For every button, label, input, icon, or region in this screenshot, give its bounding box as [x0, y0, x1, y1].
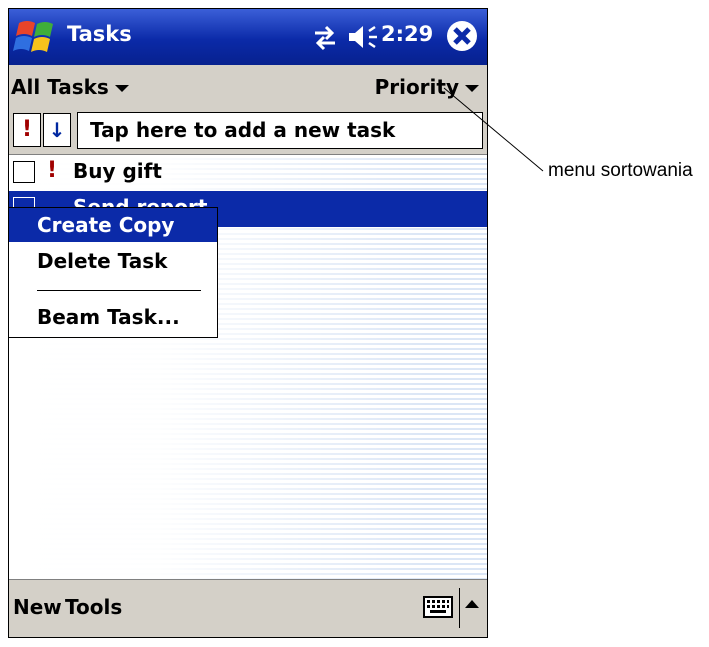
entry-bar: ! ↓ Tap here to add a new task [9, 109, 487, 155]
speaker-icon[interactable] [345, 21, 381, 53]
sort-label: Priority [374, 75, 459, 99]
close-icon[interactable] [445, 19, 479, 53]
new-task-input[interactable]: Tap here to add a new task [77, 112, 483, 149]
menu-divider [37, 290, 201, 291]
clock[interactable]: 2:29 [381, 22, 433, 46]
pocketpc-screen: Tasks 2:29 All Tasks Priority ! ↓ Tap he… [8, 8, 488, 638]
sync-icon[interactable] [309, 21, 341, 53]
sort-menu-dropdown[interactable]: Priority [375, 75, 479, 99]
sip-divider [459, 588, 460, 628]
task-name: Buy gift [73, 159, 162, 183]
menu-item-delete-task[interactable]: Delete Task [9, 244, 217, 278]
title-bar: Tasks 2:29 [9, 9, 487, 65]
menu-item-beam-task[interactable]: Beam Task... [9, 300, 217, 334]
filter-label: All Tasks [11, 75, 109, 99]
app-title: Tasks [67, 22, 132, 46]
command-bar: New Tools [9, 579, 487, 637]
context-menu: Create Copy Delete Task Beam Task... [9, 207, 218, 338]
keyboard-icon[interactable] [423, 596, 453, 618]
sip-arrow-icon[interactable] [465, 600, 479, 608]
menu-item-create-copy[interactable]: Create Copy [9, 208, 217, 242]
filter-sort-bar: All Tasks Priority [9, 65, 487, 109]
chevron-down-icon [465, 85, 479, 92]
callout-label: menu sortowania [548, 160, 693, 181]
chevron-down-icon [114, 85, 129, 92]
priority-button[interactable]: ! [13, 113, 41, 147]
task-row[interactable]: ! Buy gift [9, 155, 487, 191]
windows-start-icon[interactable] [13, 15, 61, 59]
task-checkbox[interactable] [13, 161, 35, 183]
category-filter-dropdown[interactable]: All Tasks [11, 75, 129, 99]
sort-direction-button[interactable]: ↓ [43, 113, 71, 147]
new-menu-button[interactable]: New [13, 595, 62, 619]
high-priority-mark: ! [47, 158, 58, 183]
tools-menu-button[interactable]: Tools [65, 595, 122, 619]
